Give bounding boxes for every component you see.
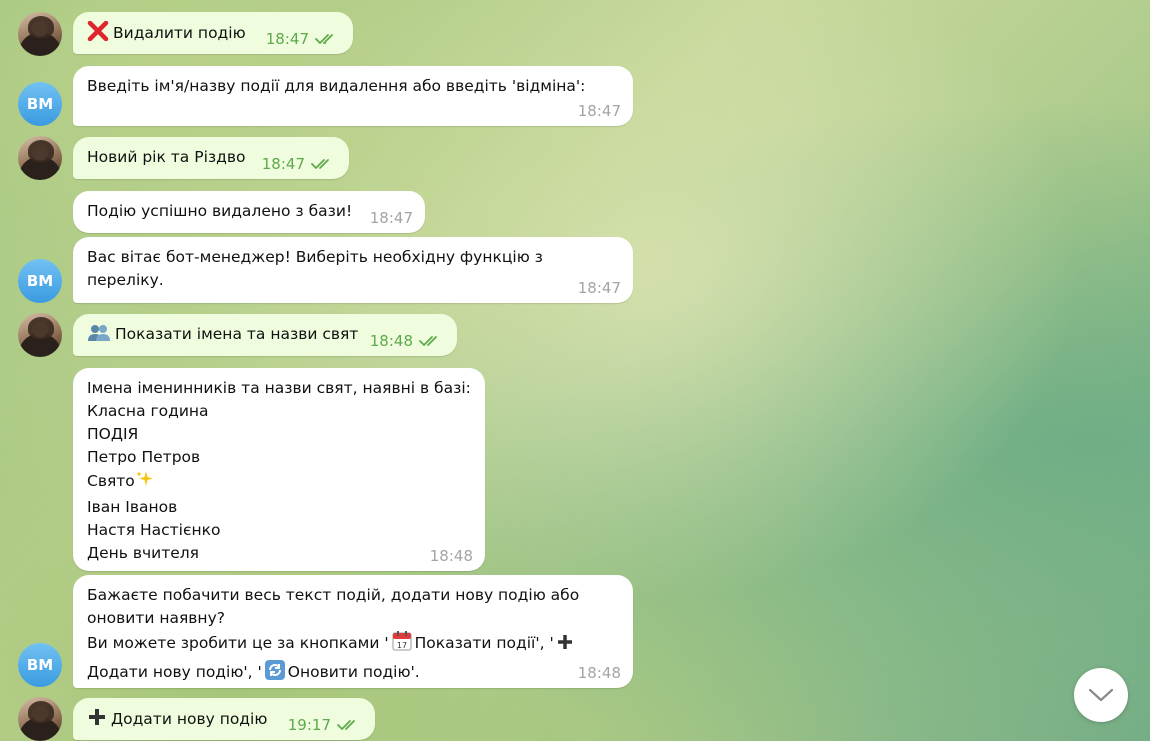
message-time: 18:47 xyxy=(261,155,305,173)
message-line: Вас вітає бот-менеджер! Виберіть необхід… xyxy=(87,248,543,266)
svg-text:17: 17 xyxy=(397,641,407,650)
double-check-icon xyxy=(315,34,333,44)
plus-icon xyxy=(87,707,107,734)
message-time: 18:48 xyxy=(429,547,473,565)
message-line: ПОДІЯ xyxy=(87,425,139,443)
plus-icon xyxy=(556,633,574,658)
message-bubble: Показати імена та назви свят 18:48 xyxy=(73,314,457,356)
message-bubble: Новий рік та Різдво 18:47 xyxy=(73,137,349,179)
message-time: 18:47 xyxy=(577,102,621,120)
message-line: Показати події', ' xyxy=(414,634,554,652)
bot-avatar[interactable]: BM xyxy=(18,82,62,126)
message-line: Класна година xyxy=(87,402,209,420)
message-line: переліку. xyxy=(87,271,164,289)
message-line: Оновити подію'. xyxy=(287,663,420,681)
message-line: Імена іменинників та назви свят, наявні … xyxy=(87,379,471,397)
message-line: День вчителя xyxy=(87,544,200,562)
people-icon xyxy=(87,324,111,349)
message-time: 18:47 xyxy=(577,279,621,297)
user-avatar[interactable] xyxy=(18,12,62,56)
double-check-icon xyxy=(337,720,355,730)
message-line: Настя Настієнко xyxy=(87,521,221,539)
bot-avatar[interactable]: BM xyxy=(18,259,62,303)
message-bubble: Імена іменинників та назви свят, наявні … xyxy=(73,368,485,571)
message-text: Показати імена та назви свят xyxy=(115,325,359,343)
cross-mark-icon xyxy=(87,20,109,48)
message-line: Іван Іванов xyxy=(87,498,178,516)
user-avatar[interactable] xyxy=(18,313,62,357)
message-bubble: Введіть ім'я/назву події для видалення а… xyxy=(73,66,633,126)
message-bubble: Вас вітає бот-менеджер! Виберіть необхід… xyxy=(73,237,633,303)
message-line: Петро Петров xyxy=(87,448,201,466)
bot-avatar[interactable]: BM xyxy=(18,643,62,687)
message-bubble: Додати нову подію 19:17 xyxy=(73,698,375,740)
message-text: Новий рік та Різдво xyxy=(87,148,246,166)
message-line: Свято xyxy=(87,472,135,490)
message-line: Бажаєте побачити весь текст подій, додат… xyxy=(87,586,580,604)
message-time: 18:47 xyxy=(369,209,413,227)
message-bubble: Подію успішно видалено з бази! 18:47 xyxy=(73,191,425,233)
message-line: Додати нову подію', ' xyxy=(87,663,262,681)
message-text: Подію успішно видалено з бази! xyxy=(87,202,353,220)
message-line: Ви можете зробити це за кнопками ' xyxy=(87,634,389,652)
message-time: 18:48 xyxy=(369,332,413,350)
message-bubble: Бажаєте побачити весь текст подій, додат… xyxy=(73,575,633,688)
calendar-icon: 17 xyxy=(391,630,413,659)
chevron-down-icon xyxy=(1088,688,1114,702)
message-time: 18:48 xyxy=(577,664,621,682)
message-text: Додати нову подію xyxy=(111,710,268,728)
message-bubble: Видалити подію 18:47 xyxy=(73,12,353,54)
message-text: Видалити подію xyxy=(113,24,246,42)
user-avatar[interactable] xyxy=(18,697,62,741)
refresh-icon xyxy=(264,659,286,688)
double-check-icon xyxy=(311,159,329,169)
message-time: 18:47 xyxy=(265,30,309,48)
scroll-down-button[interactable] xyxy=(1074,668,1128,722)
sparkles-icon xyxy=(135,469,155,496)
user-avatar[interactable] xyxy=(18,136,62,180)
double-check-icon xyxy=(419,336,437,346)
message-text: Введіть ім'я/назву події для видалення а… xyxy=(87,77,586,95)
message-time: 19:17 xyxy=(287,716,331,734)
message-line: оновити наявну? xyxy=(87,609,225,627)
